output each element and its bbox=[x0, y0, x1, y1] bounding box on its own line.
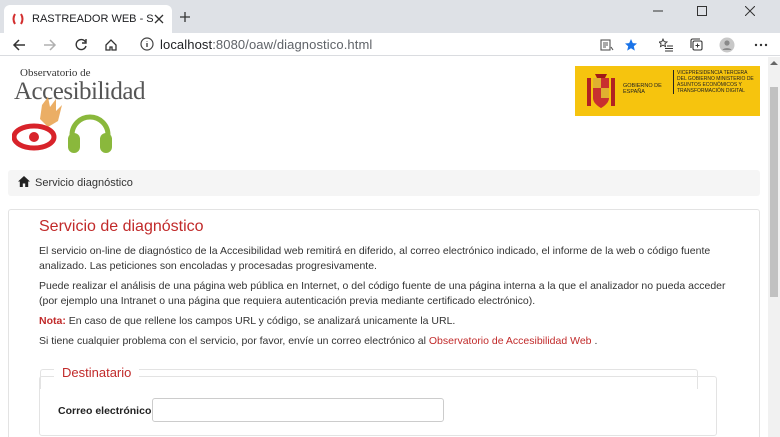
home-icon[interactable] bbox=[18, 174, 30, 192]
more-options-icon[interactable] bbox=[752, 36, 770, 54]
coat-of-arms-icon bbox=[587, 74, 615, 108]
note-label: Nota: bbox=[39, 315, 66, 327]
page-title: Servicio de diagnóstico bbox=[39, 218, 204, 235]
maximize-icon[interactable] bbox=[680, 0, 724, 22]
gobierno-text: GOBIERNO DE ESPAÑA bbox=[623, 83, 662, 95]
breadcrumb: Servicio diagnóstico bbox=[8, 170, 760, 196]
new-tab-icon[interactable] bbox=[177, 9, 193, 25]
tab-strip: RASTREADOR WEB - Servicio de bbox=[0, 0, 780, 33]
reader-view-icon[interactable] bbox=[598, 36, 616, 54]
destinatario-fieldset: Destinatario Correo electrónico: bbox=[39, 365, 717, 436]
reload-icon[interactable] bbox=[72, 36, 90, 54]
email-field[interactable] bbox=[152, 398, 444, 422]
minimize-icon[interactable] bbox=[636, 0, 680, 22]
close-tab-icon[interactable] bbox=[152, 12, 166, 26]
page-scrollbar[interactable] bbox=[768, 57, 780, 437]
email-label: Correo electrónico: bbox=[58, 405, 155, 417]
favorite-star-icon[interactable] bbox=[622, 36, 640, 54]
url-path: :8080/oaw/diagnostico.html bbox=[212, 36, 373, 52]
contact-text: Si tiene cualquier problema con el servi… bbox=[39, 335, 429, 347]
url-text: localhost:8080/oaw/diagnostico.html bbox=[160, 37, 372, 52]
breadcrumb-item: Servicio diagnóstico bbox=[35, 177, 133, 189]
address-bar[interactable]: localhost:8080/oaw/diagnostico.html bbox=[132, 33, 642, 55]
web-page: Observatorio de Accesibilidad GOBIERNO D… bbox=[0, 57, 768, 437]
note-paragraph: Nota: En caso de que rellene los campos … bbox=[39, 314, 739, 329]
collections-icon[interactable] bbox=[688, 36, 706, 54]
url-host: localhost bbox=[160, 36, 213, 52]
observatorio-favicon-icon bbox=[10, 11, 26, 27]
contact-paragraph: Si tiene cualquier problema con el servi… bbox=[39, 334, 739, 349]
browser-toolbar: localhost:8080/oaw/diagnostico.html bbox=[0, 33, 780, 56]
home-icon[interactable] bbox=[102, 36, 120, 54]
ministerio-text: VICEPRESIDENCIA TERCERA DEL GOBIERNO MIN… bbox=[673, 70, 758, 94]
observatorio-logo[interactable]: Observatorio de Accesibilidad bbox=[12, 65, 152, 160]
analysis-paragraph: Puede realizar el análisis de una página… bbox=[39, 280, 726, 307]
contact-end: . bbox=[591, 335, 598, 347]
note-text: En caso de que rellene los campos URL y … bbox=[65, 315, 456, 327]
government-banner[interactable]: GOBIERNO DE ESPAÑA VICEPRESIDENCIA TERCE… bbox=[575, 66, 760, 116]
back-arrow-icon[interactable] bbox=[10, 36, 28, 54]
tab-title: RASTREADOR WEB - Servicio de bbox=[32, 13, 154, 25]
accessibility-senses-icon bbox=[12, 97, 112, 153]
scrollbar-thumb[interactable] bbox=[770, 87, 778, 297]
fieldset-legend: Destinatario bbox=[54, 365, 140, 380]
forward-arrow-icon[interactable] bbox=[41, 36, 59, 54]
favorites-list-icon[interactable] bbox=[657, 36, 675, 54]
info-icon[interactable] bbox=[140, 37, 154, 56]
intro-paragraph: El servicio on-line de diagnóstico de la… bbox=[39, 245, 711, 272]
close-window-icon[interactable] bbox=[728, 0, 772, 22]
main-panel: Servicio de diagnóstico El servicio on-l… bbox=[8, 209, 760, 437]
browser-tab[interactable]: RASTREADOR WEB - Servicio de bbox=[4, 5, 172, 33]
observatorio-link[interactable]: Observatorio de Accesibilidad Web bbox=[429, 335, 592, 347]
profile-avatar-icon[interactable] bbox=[718, 36, 736, 54]
scroll-up-arrow-icon[interactable] bbox=[770, 59, 778, 67]
